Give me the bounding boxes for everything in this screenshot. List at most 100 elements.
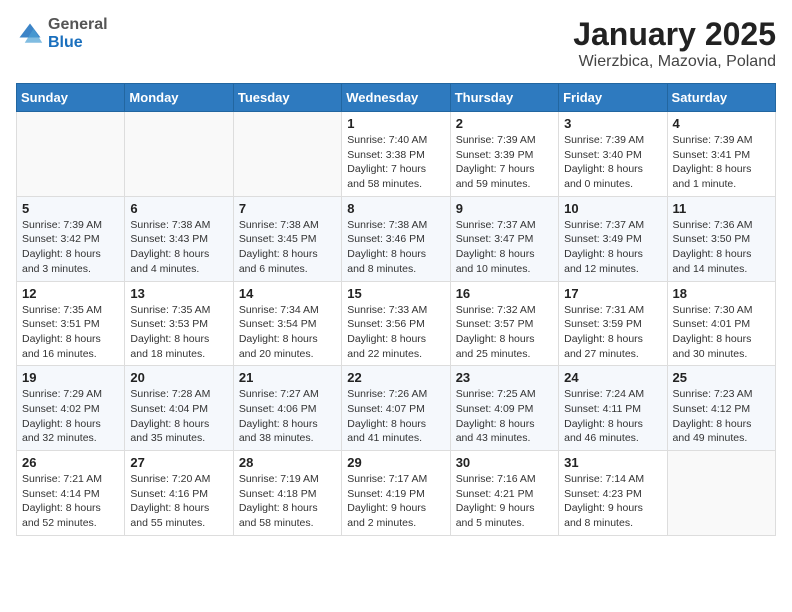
day-detail: Sunrise: 7:37 AM Sunset: 3:49 PM Dayligh… bbox=[564, 218, 661, 277]
day-number: 16 bbox=[456, 286, 553, 301]
calendar-cell: 1Sunrise: 7:40 AM Sunset: 3:38 PM Daylig… bbox=[342, 112, 450, 197]
page-header: General Blue January 2025 Wierzbica, Maz… bbox=[16, 16, 776, 71]
day-detail: Sunrise: 7:26 AM Sunset: 4:07 PM Dayligh… bbox=[347, 387, 444, 446]
calendar-week-row: 5Sunrise: 7:39 AM Sunset: 3:42 PM Daylig… bbox=[17, 196, 776, 281]
calendar-cell bbox=[233, 112, 341, 197]
day-number: 31 bbox=[564, 455, 661, 470]
calendar-cell: 14Sunrise: 7:34 AM Sunset: 3:54 PM Dayli… bbox=[233, 281, 341, 366]
calendar-cell: 24 Sunrise: 7:24 AM Sunset: 4:11 PM Dayli… bbox=[559, 366, 667, 451]
day-number: 27 bbox=[130, 455, 227, 470]
calendar-cell: 29 Sunrise: 7:17 AM Sunset: 4:19 PM Dayli… bbox=[342, 451, 450, 536]
day-detail: Sunrise: 7:39 AM Sunset: 3:39 PM Dayligh… bbox=[456, 133, 553, 192]
day-number: 7 bbox=[239, 201, 336, 216]
day-number: 1 bbox=[347, 116, 444, 131]
day-number: 8 bbox=[347, 201, 444, 216]
day-number: 5 bbox=[22, 201, 119, 216]
day-number: 28 bbox=[239, 455, 336, 470]
logo-icon bbox=[16, 20, 44, 48]
day-detail: Sunrise: 7:37 AM Sunset: 3:47 PM Dayligh… bbox=[456, 218, 553, 277]
calendar-cell: 10 Sunrise: 7:37 AM Sunset: 3:49 PM Dayli… bbox=[559, 196, 667, 281]
day-detail: Sunrise: 7:38 AM Sunset: 3:45 PM Dayligh… bbox=[239, 218, 336, 277]
day-detail: Sunrise: 7:20 AM Sunset: 4:16 PM Dayligh… bbox=[130, 472, 227, 531]
day-detail: Sunrise: 7:34 AM Sunset: 3:54 PM Dayligh… bbox=[239, 303, 336, 362]
day-number: 22 bbox=[347, 370, 444, 385]
weekday-header: Monday bbox=[125, 84, 233, 112]
day-number: 11 bbox=[673, 201, 770, 216]
day-detail: Sunrise: 7:14 AM Sunset: 4:23 PM Dayligh… bbox=[564, 472, 661, 531]
calendar-cell: 23Sunrise: 7:25 AM Sunset: 4:09 PM Dayli… bbox=[450, 366, 558, 451]
calendar-cell: 7 Sunrise: 7:38 AM Sunset: 3:45 PM Daylig… bbox=[233, 196, 341, 281]
logo-text: General Blue bbox=[48, 16, 108, 51]
day-number: 26 bbox=[22, 455, 119, 470]
day-number: 3 bbox=[564, 116, 661, 131]
calendar-cell bbox=[667, 451, 775, 536]
day-number: 25 bbox=[673, 370, 770, 385]
day-number: 17 bbox=[564, 286, 661, 301]
calendar-week-row: 26 Sunrise: 7:21 AM Sunset: 4:14 PM Dayli… bbox=[17, 451, 776, 536]
day-number: 13 bbox=[130, 286, 227, 301]
day-detail: Sunrise: 7:29 AM Sunset: 4:02 PM Dayligh… bbox=[22, 387, 119, 446]
calendar-week-row: 1Sunrise: 7:40 AM Sunset: 3:38 PM Daylig… bbox=[17, 112, 776, 197]
day-detail: Sunrise: 7:39 AM Sunset: 3:40 PM Dayligh… bbox=[564, 133, 661, 192]
day-detail: Sunrise: 7:31 AM Sunset: 3:59 PM Dayligh… bbox=[564, 303, 661, 362]
day-detail: Sunrise: 7:16 AM Sunset: 4:21 PM Dayligh… bbox=[456, 472, 553, 531]
day-number: 24 bbox=[564, 370, 661, 385]
calendar-cell bbox=[17, 112, 125, 197]
day-number: 18 bbox=[673, 286, 770, 301]
title-block: January 2025 Wierzbica, Mazovia, Poland bbox=[573, 16, 776, 71]
day-number: 2 bbox=[456, 116, 553, 131]
calendar-table: SundayMondayTuesdayWednesdayThursdayFrid… bbox=[16, 83, 776, 536]
calendar-cell: 11Sunrise: 7:36 AM Sunset: 3:50 PM Dayli… bbox=[667, 196, 775, 281]
calendar-cell: 20 Sunrise: 7:28 AM Sunset: 4:04 PM Dayli… bbox=[125, 366, 233, 451]
day-number: 20 bbox=[130, 370, 227, 385]
calendar-cell: 25 Sunrise: 7:23 AM Sunset: 4:12 PM Dayli… bbox=[667, 366, 775, 451]
day-number: 9 bbox=[456, 201, 553, 216]
day-number: 29 bbox=[347, 455, 444, 470]
day-detail: Sunrise: 7:27 AM Sunset: 4:06 PM Dayligh… bbox=[239, 387, 336, 446]
day-number: 21 bbox=[239, 370, 336, 385]
day-detail: Sunrise: 7:33 AM Sunset: 3:56 PM Dayligh… bbox=[347, 303, 444, 362]
day-detail: Sunrise: 7:23 AM Sunset: 4:12 PM Dayligh… bbox=[673, 387, 770, 446]
calendar-cell: 30 Sunrise: 7:16 AM Sunset: 4:21 PM Dayli… bbox=[450, 451, 558, 536]
day-detail: Sunrise: 7:32 AM Sunset: 3:57 PM Dayligh… bbox=[456, 303, 553, 362]
day-number: 10 bbox=[564, 201, 661, 216]
weekday-header: Thursday bbox=[450, 84, 558, 112]
calendar-cell bbox=[125, 112, 233, 197]
calendar-week-row: 12Sunrise: 7:35 AM Sunset: 3:51 PM Dayli… bbox=[17, 281, 776, 366]
calendar-cell: 5Sunrise: 7:39 AM Sunset: 3:42 PM Daylig… bbox=[17, 196, 125, 281]
day-detail: Sunrise: 7:21 AM Sunset: 4:14 PM Dayligh… bbox=[22, 472, 119, 531]
calendar-cell: 2 Sunrise: 7:39 AM Sunset: 3:39 PM Daylig… bbox=[450, 112, 558, 197]
calendar-cell: 31 Sunrise: 7:14 AM Sunset: 4:23 PM Dayli… bbox=[559, 451, 667, 536]
day-number: 19 bbox=[22, 370, 119, 385]
day-number: 4 bbox=[673, 116, 770, 131]
calendar-cell: 6 Sunrise: 7:38 AM Sunset: 3:43 PM Daylig… bbox=[125, 196, 233, 281]
day-detail: Sunrise: 7:35 AM Sunset: 3:51 PM Dayligh… bbox=[22, 303, 119, 362]
calendar-cell: 8Sunrise: 7:38 AM Sunset: 3:46 PM Daylig… bbox=[342, 196, 450, 281]
day-detail: Sunrise: 7:39 AM Sunset: 3:41 PM Dayligh… bbox=[673, 133, 770, 192]
calendar-cell: 15 Sunrise: 7:33 AM Sunset: 3:56 PM Dayli… bbox=[342, 281, 450, 366]
calendar-cell: 13Sunrise: 7:35 AM Sunset: 3:53 PM Dayli… bbox=[125, 281, 233, 366]
calendar-cell: 18Sunrise: 7:30 AM Sunset: 4:01 PM Dayli… bbox=[667, 281, 775, 366]
calendar-cell: 27 Sunrise: 7:20 AM Sunset: 4:16 PM Dayli… bbox=[125, 451, 233, 536]
weekday-header: Tuesday bbox=[233, 84, 341, 112]
calendar-cell: 19 Sunrise: 7:29 AM Sunset: 4:02 PM Dayli… bbox=[17, 366, 125, 451]
calendar-cell: 21 Sunrise: 7:27 AM Sunset: 4:06 PM Dayli… bbox=[233, 366, 341, 451]
calendar-cell: 12Sunrise: 7:35 AM Sunset: 3:51 PM Dayli… bbox=[17, 281, 125, 366]
day-number: 30 bbox=[456, 455, 553, 470]
day-number: 6 bbox=[130, 201, 227, 216]
day-detail: Sunrise: 7:17 AM Sunset: 4:19 PM Dayligh… bbox=[347, 472, 444, 531]
day-detail: Sunrise: 7:28 AM Sunset: 4:04 PM Dayligh… bbox=[130, 387, 227, 446]
day-detail: Sunrise: 7:19 AM Sunset: 4:18 PM Dayligh… bbox=[239, 472, 336, 531]
day-detail: Sunrise: 7:38 AM Sunset: 3:43 PM Dayligh… bbox=[130, 218, 227, 277]
calendar-subtitle: Wierzbica, Mazovia, Poland bbox=[573, 53, 776, 71]
weekday-header: Wednesday bbox=[342, 84, 450, 112]
weekday-header: Sunday bbox=[17, 84, 125, 112]
logo-line2: Blue bbox=[48, 34, 108, 52]
day-number: 23 bbox=[456, 370, 553, 385]
day-detail: Sunrise: 7:24 AM Sunset: 4:11 PM Dayligh… bbox=[564, 387, 661, 446]
calendar-title: January 2025 bbox=[573, 16, 776, 53]
calendar-cell: 22 Sunrise: 7:26 AM Sunset: 4:07 PM Dayli… bbox=[342, 366, 450, 451]
day-number: 15 bbox=[347, 286, 444, 301]
weekday-header-row: SundayMondayTuesdayWednesdayThursdayFrid… bbox=[17, 84, 776, 112]
weekday-header: Saturday bbox=[667, 84, 775, 112]
